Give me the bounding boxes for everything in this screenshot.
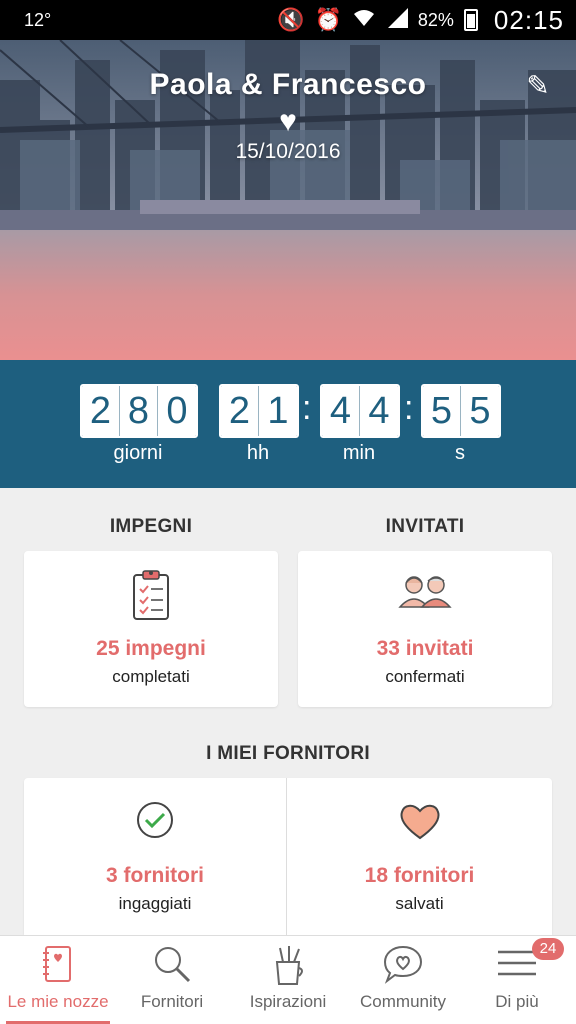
heart-outline-icon xyxy=(400,804,439,840)
days-digit: 8 xyxy=(120,386,158,436)
fornitori-ingaggiati-count: 3 fornitori xyxy=(106,864,204,887)
nav-ispirazioni[interactable]: Ispirazioni xyxy=(228,936,348,1024)
countdown-timer: 2 8 0 2 1 : 4 4 : 5 5 xyxy=(0,360,576,488)
days-counter: 2 8 0 xyxy=(80,384,198,438)
impegni-count: 25 impegni xyxy=(96,637,206,660)
mute-icon: 🔇 xyxy=(277,7,305,32)
battery-icon xyxy=(463,9,478,31)
colon-separator: : xyxy=(302,389,312,427)
nav-community[interactable]: Community xyxy=(348,936,458,1024)
nav-fornitori[interactable]: Fornitori xyxy=(116,936,228,1024)
search-icon xyxy=(155,947,191,983)
fornitori-salvati-tile[interactable]: 18 fornitori salvati xyxy=(287,778,552,935)
clipboard-checklist-icon xyxy=(133,570,169,620)
clock: 02:15 xyxy=(493,4,564,35)
minutes-label: min xyxy=(342,442,376,464)
temperature: 12° xyxy=(24,9,52,30)
invitati-card[interactable]: 33 invitati confermati xyxy=(298,551,552,707)
minutes-digit: 4 xyxy=(360,386,398,436)
seconds-digit: 5 xyxy=(461,386,499,436)
nav-label: Fornitori xyxy=(140,992,204,1011)
days-digit: 0 xyxy=(158,386,196,436)
signal-icon xyxy=(386,8,408,32)
alarm-icon: ⏰ xyxy=(314,7,342,32)
impegni-card[interactable]: 25 impegni completati xyxy=(24,551,278,707)
chat-heart-icon xyxy=(383,945,423,984)
nav-label: Le mie nozze xyxy=(7,992,109,1011)
minutes-counter: 4 4 xyxy=(320,384,400,438)
bottom-navigation: Le mie nozze Fornitori Ispirazioni Commu… xyxy=(0,935,576,1024)
seconds-label: s xyxy=(455,442,465,464)
fornitori-ingaggiati-tile[interactable]: 3 fornitori ingaggiati xyxy=(24,778,286,935)
seconds-digit: 5 xyxy=(423,386,461,436)
seconds-counter: 5 5 xyxy=(421,384,501,438)
minutes-digit: 4 xyxy=(322,386,360,436)
fornitori-salvati-caption: salvati xyxy=(395,894,444,913)
battery-percent: 82% xyxy=(417,9,454,30)
impegni-caption: completati xyxy=(112,667,190,686)
nav-le-mie-nozze[interactable]: Le mie nozze xyxy=(0,936,116,1024)
fornitori-heading: I MIEI FORNITORI xyxy=(206,743,370,764)
fornitori-card: 3 fornitori ingaggiati 18 fornitori salv… xyxy=(24,778,552,935)
heart-icon: ♥ xyxy=(279,105,297,138)
guests-icon xyxy=(398,576,452,608)
wifi-icon xyxy=(352,8,376,32)
brushes-cup-icon xyxy=(275,946,303,985)
water-reflection xyxy=(0,230,576,360)
nav-label: Community xyxy=(360,992,446,1011)
impegni-heading: IMPEGNI xyxy=(109,516,193,537)
nav-di-piu[interactable]: 24 Di più xyxy=(458,936,576,1024)
days-digit: 2 xyxy=(82,386,120,436)
invitati-heading: INVITATI xyxy=(385,516,465,537)
nav-label: Di più xyxy=(495,992,539,1011)
wedding-date: 15/10/2016 xyxy=(235,140,341,163)
hours-digit: 2 xyxy=(221,386,259,436)
hours-digit: 1 xyxy=(259,386,297,436)
fornitori-salvati-count: 18 fornitori xyxy=(364,864,475,887)
checkmark-circle-icon xyxy=(137,802,173,838)
hours-counter: 2 1 xyxy=(219,384,299,438)
invitati-caption: confermati xyxy=(385,667,465,686)
status-bar: 12° 🔇 ⏰ 82% 02:15 xyxy=(0,0,576,40)
days-label: giorni xyxy=(113,442,163,464)
hours-label: hh xyxy=(246,442,270,464)
fornitori-ingaggiati-caption: ingaggiati xyxy=(118,894,192,913)
notebook-icon xyxy=(43,946,71,982)
nav-label: Ispirazioni xyxy=(249,992,327,1011)
edit-pencil-icon[interactable]: ✎ xyxy=(522,70,554,102)
invitati-count: 33 invitati xyxy=(376,637,474,660)
notification-badge: 24 xyxy=(532,938,564,960)
couple-name: Paola & Francesco xyxy=(149,68,427,101)
colon-separator: : xyxy=(404,389,414,427)
hero-banner: Paola & Francesco ♥ 15/10/2016 ✎ xyxy=(0,40,576,360)
